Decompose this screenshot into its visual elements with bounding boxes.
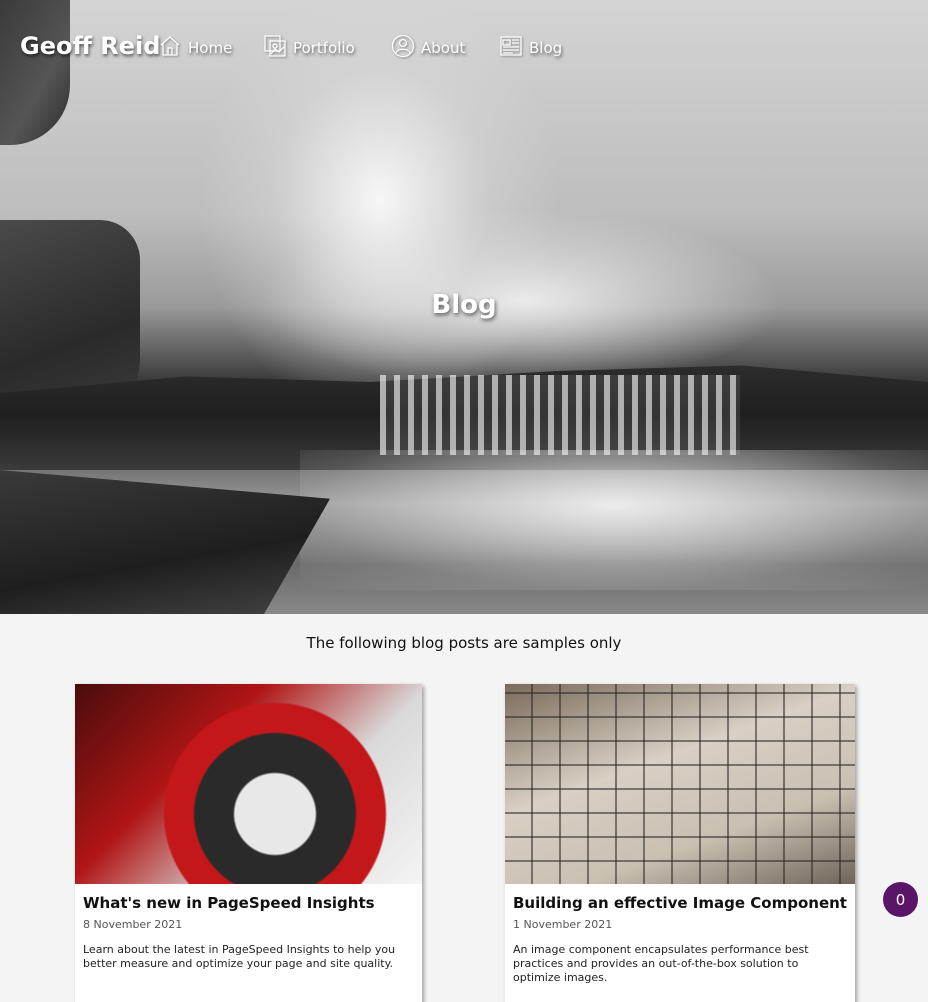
blog-card[interactable]: What's new in PageSpeed Insights 8 Novem…	[75, 684, 422, 1002]
newspaper-icon	[499, 34, 523, 62]
nav-item-portfolio[interactable]: Portfolio	[263, 34, 355, 62]
intro-text: The following blog posts are samples onl…	[306, 634, 622, 652]
blog-card-image[interactable]	[75, 684, 422, 884]
top-navigation: Geoff Reid Home Portfolio About Blog	[0, 0, 928, 96]
blog-card-image[interactable]	[505, 684, 855, 884]
nav-item-about[interactable]: About	[391, 34, 465, 62]
blog-card-body: What's new in PageSpeed Insights 8 Novem…	[75, 884, 422, 981]
nav-item-blog[interactable]: Blog	[499, 34, 562, 62]
nav-item-label: Blog	[529, 39, 563, 57]
site-brand[interactable]: Geoff Reid	[20, 32, 160, 60]
nav-item-label: Portfolio	[293, 39, 355, 57]
hero-foam	[300, 450, 928, 590]
hero-banner: Geoff Reid Home Portfolio About Blog Blo…	[0, 0, 928, 614]
blog-card-body: Building an effective Image Component 1 …	[505, 884, 855, 995]
nav-item-label: About	[421, 39, 466, 57]
home-icon	[158, 34, 182, 62]
blog-card-excerpt: Learn about the latest in PageSpeed Insi…	[83, 943, 396, 970]
blog-card-title[interactable]: What's new in PageSpeed Insights	[83, 894, 414, 912]
blog-card-excerpt: An image component encapsulates performa…	[513, 943, 809, 984]
nav-item-home[interactable]: Home	[158, 34, 232, 62]
blog-card[interactable]: Building an effective Image Component 1 …	[505, 684, 855, 1002]
user-icon	[391, 34, 415, 62]
page-title: Blog	[431, 290, 497, 320]
hero-waterfall	[380, 375, 740, 455]
portfolio-icon	[263, 34, 287, 62]
counter-badge[interactable]: 0	[883, 882, 918, 917]
blog-card-title[interactable]: Building an effective Image Component	[513, 894, 847, 912]
blog-card-date: 8 November 2021	[83, 918, 183, 931]
blog-card-date: 1 November 2021	[513, 918, 613, 931]
hero-rock	[0, 470, 330, 614]
nav-item-label: Home	[188, 39, 233, 57]
